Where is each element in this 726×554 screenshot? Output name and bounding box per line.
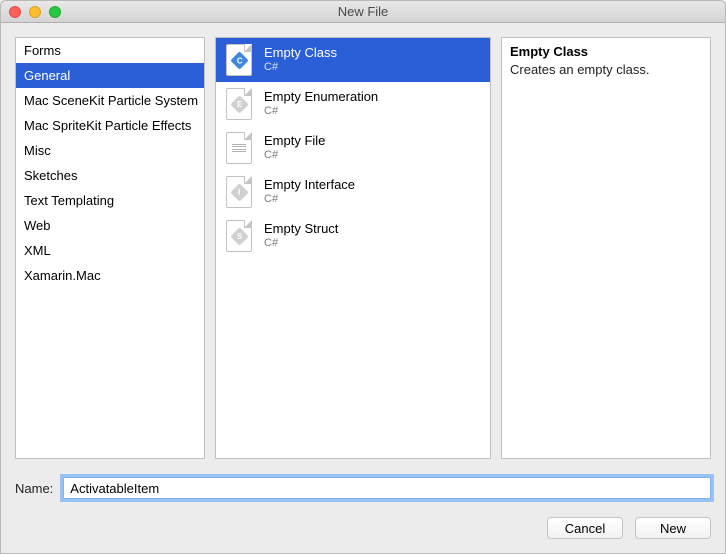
new-file-dialog: New File Forms General Mac SceneKit Partic… bbox=[0, 0, 726, 554]
template-label: Empty Enumeration bbox=[264, 89, 378, 104]
category-item[interactable]: Misc bbox=[16, 138, 204, 163]
file-icon bbox=[224, 130, 254, 166]
description-title: Empty Class bbox=[510, 44, 702, 59]
template-item[interactable]: C Empty ClassC# bbox=[216, 38, 490, 82]
category-label: Sketches bbox=[24, 168, 77, 183]
category-item[interactable]: General bbox=[16, 63, 204, 88]
category-item[interactable]: XML bbox=[16, 238, 204, 263]
template-item[interactable]: Empty FileC# bbox=[216, 126, 490, 170]
template-label: Empty Interface bbox=[264, 177, 355, 192]
template-label: Empty File bbox=[264, 133, 325, 148]
category-item[interactable]: Xamarin.Mac bbox=[16, 263, 204, 288]
category-label: General bbox=[24, 68, 70, 83]
category-item[interactable]: Mac SpriteKit Particle Effects bbox=[16, 113, 204, 138]
interface-icon: I bbox=[224, 174, 254, 210]
category-item[interactable]: Sketches bbox=[16, 163, 204, 188]
struct-icon: S bbox=[224, 218, 254, 254]
cancel-button[interactable]: Cancel bbox=[547, 517, 623, 539]
template-item[interactable]: S Empty StructC# bbox=[216, 214, 490, 258]
window-title: New File bbox=[1, 4, 725, 19]
name-label: Name: bbox=[15, 481, 53, 496]
category-label: Web bbox=[24, 218, 51, 233]
template-sublabel: C# bbox=[264, 104, 378, 119]
template-sublabel: C# bbox=[264, 192, 355, 207]
description-body: Creates an empty class. bbox=[510, 62, 702, 77]
category-label: Mac SpriteKit Particle Effects bbox=[24, 118, 191, 133]
template-sublabel: C# bbox=[264, 236, 338, 251]
titlebar: New File bbox=[1, 1, 725, 23]
enum-icon: E bbox=[224, 86, 254, 122]
category-item[interactable]: Mac SceneKit Particle System bbox=[16, 88, 204, 113]
description-panel: Empty Class Creates an empty class. bbox=[501, 37, 711, 459]
category-list: Forms General Mac SceneKit Particle System… bbox=[15, 37, 205, 459]
category-item[interactable]: Text Templating bbox=[16, 188, 204, 213]
category-label: Text Templating bbox=[24, 193, 114, 208]
new-button[interactable]: New bbox=[635, 517, 711, 539]
template-sublabel: C# bbox=[264, 148, 325, 163]
category-item[interactable]: Web bbox=[16, 213, 204, 238]
class-icon: C bbox=[224, 42, 254, 78]
category-label: Xamarin.Mac bbox=[24, 268, 101, 283]
template-item[interactable]: I Empty InterfaceC# bbox=[216, 170, 490, 214]
template-item[interactable]: E Empty EnumerationC# bbox=[216, 82, 490, 126]
category-item[interactable]: Forms bbox=[16, 38, 204, 63]
name-input[interactable] bbox=[63, 477, 711, 499]
category-label: Forms bbox=[24, 43, 61, 58]
template-label: Empty Class bbox=[264, 45, 337, 60]
category-label: Misc bbox=[24, 143, 51, 158]
category-label: XML bbox=[24, 243, 51, 258]
template-list: CEmpty ClassC#EEmpty EnumerationC#Empty … bbox=[215, 37, 491, 459]
template-sublabel: C# bbox=[264, 60, 337, 75]
category-label: Mac SceneKit Particle System bbox=[24, 93, 198, 108]
template-label: Empty Struct bbox=[264, 221, 338, 236]
